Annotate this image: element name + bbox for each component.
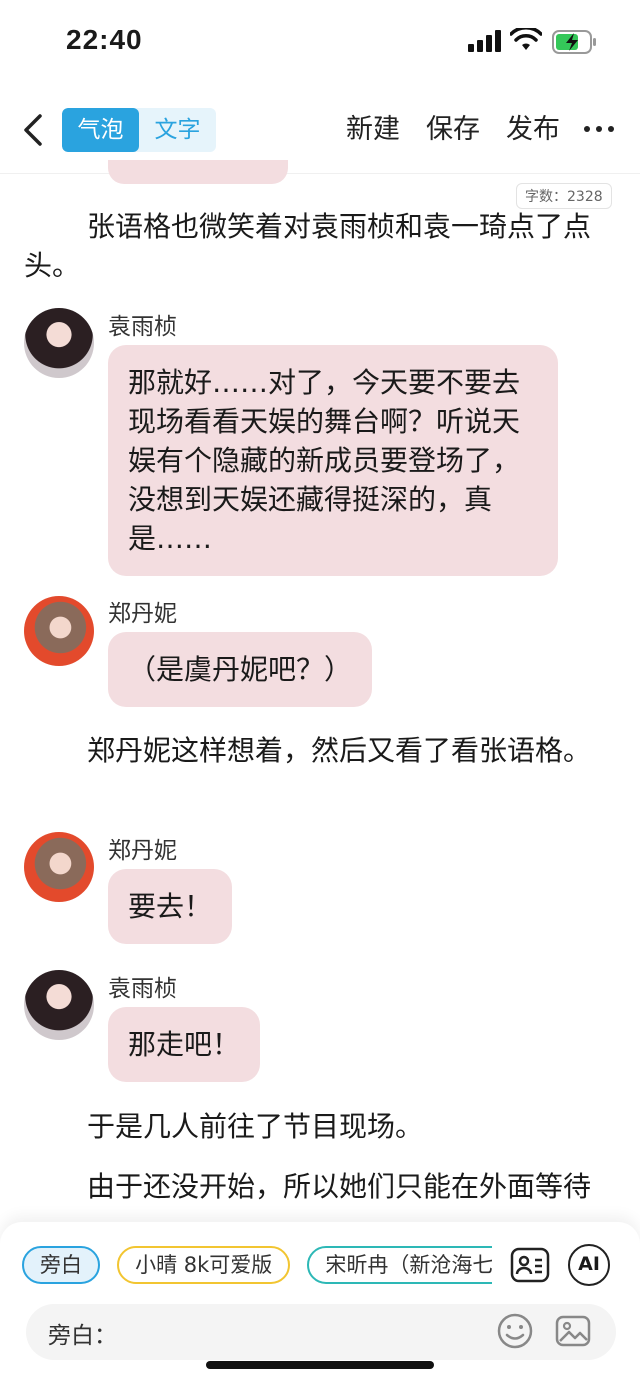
avatar[interactable] <box>24 308 94 378</box>
character-selector: 旁白 小晴 8k可爱版 宋昕冉（新沧海七 <box>22 1246 492 1286</box>
tab-bubble[interactable]: 气泡 <box>62 108 139 152</box>
wifi-icon <box>510 28 542 50</box>
status-bar: 22:40 <box>0 0 640 90</box>
chat-bubble[interactable]: 那走吧！ <box>108 1007 261 1082</box>
sender-name: 郑丹妮 <box>108 601 177 627</box>
save-button[interactable]: 保存 <box>426 110 480 150</box>
emoji-icon[interactable] <box>496 1312 534 1350</box>
character-chip[interactable]: 小晴 8k可爱版 <box>117 1246 291 1284</box>
more-icon[interactable] <box>584 126 614 132</box>
status-time: 22:40 <box>66 24 143 55</box>
sender-name: 袁雨桢 <box>108 976 177 1002</box>
input-speaker-label: 旁白： <box>48 1323 117 1349</box>
signal-icon <box>468 30 501 52</box>
chat-bubble[interactable]: 要去！ <box>108 869 233 944</box>
sender-name: 袁雨桢 <box>108 314 177 340</box>
word-count-badge: 字数：2328 <box>516 183 612 209</box>
message-input[interactable]: 旁白： <box>26 1304 616 1360</box>
battery-icon <box>552 30 596 54</box>
chat-bubble[interactable]: 那就好……对了，今天要不要去现场看看天娱的舞台啊？听说天娱有个隐藏的新成员要登场… <box>108 345 558 576</box>
narration-paragraph[interactable]: 由于还没开始，所以她们只能在外面等待 <box>24 1167 604 1206</box>
back-icon[interactable] <box>20 110 48 150</box>
nav-divider <box>0 173 640 174</box>
avatar[interactable] <box>24 832 94 902</box>
tab-text[interactable]: 文字 <box>139 108 216 152</box>
character-chip-narration[interactable]: 旁白 <box>22 1246 100 1284</box>
mode-toggle: 气泡 文字 <box>62 108 216 152</box>
new-button[interactable]: 新建 <box>346 110 400 150</box>
image-icon[interactable] <box>554 1312 592 1350</box>
chat-bubble[interactable]: （是虞丹妮吧？） <box>108 632 373 707</box>
nav-bar: 气泡 文字 新建 保存 发布 <box>0 100 640 160</box>
publish-button[interactable]: 发布 <box>506 110 560 150</box>
contact-card-icon[interactable] <box>509 1244 551 1286</box>
home-indicator <box>206 1361 434 1369</box>
chat-bubble-partial <box>108 160 288 184</box>
narration-paragraph[interactable]: 于是几人前往了节目现场。 <box>24 1107 604 1146</box>
ai-icon[interactable]: AI <box>568 1244 610 1286</box>
narration-paragraph[interactable]: 郑丹妮这样想着，然后又看了看张语格。 <box>24 731 604 770</box>
character-chip[interactable]: 宋昕冉（新沧海七 <box>307 1246 492 1284</box>
avatar[interactable] <box>24 596 94 666</box>
narration-paragraph[interactable]: 张语格也微笑着对袁雨桢和袁一琦点了点头。 <box>24 207 604 285</box>
avatar[interactable] <box>24 970 94 1040</box>
sender-name: 郑丹妮 <box>108 838 177 864</box>
